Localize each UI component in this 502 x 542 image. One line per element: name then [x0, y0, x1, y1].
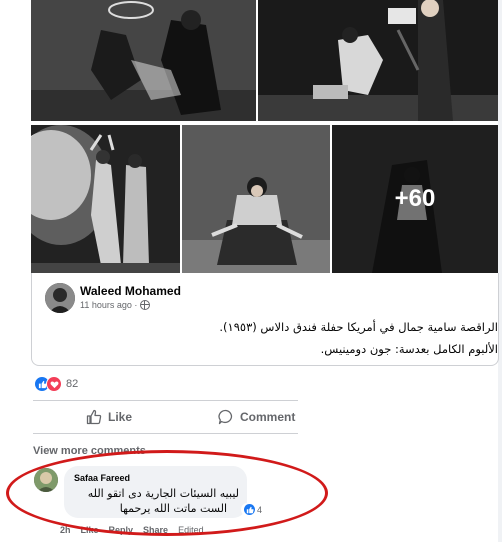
- post-text-line1: الراقصة سامية جمال في أمريكا حفلة فندق د…: [219, 320, 498, 334]
- post-meta: 11 hours ago ·: [80, 300, 151, 310]
- author-name[interactable]: Waleed Mohamed: [80, 284, 181, 298]
- comment-button-label: Comment: [240, 410, 296, 424]
- reactions-summary[interactable]: 82: [34, 376, 78, 392]
- like-button-label: Like: [108, 410, 133, 424]
- comment-like-count: 4: [257, 504, 263, 515]
- comment-like-badge[interactable]: 4: [241, 503, 266, 516]
- thumbs-up-icon: [86, 409, 102, 425]
- shared-post-card[interactable]: Waleed Mohamed 11 hours ago · الراقصة سا…: [31, 273, 499, 366]
- photo-1[interactable]: [31, 0, 256, 121]
- view-more-comments-link[interactable]: View more comments: [33, 445, 146, 457]
- photo-3[interactable]: [31, 125, 180, 273]
- love-reaction-icon: [46, 376, 62, 392]
- comment-like-link[interactable]: Like: [81, 525, 99, 535]
- comment-bubble-icon: [218, 409, 233, 425]
- comment-reply-link[interactable]: Reply: [109, 525, 134, 535]
- page-background-strip: [498, 0, 502, 542]
- commenter-name[interactable]: Safaa Fareed: [74, 473, 130, 483]
- comment-edited-label: Edited: [178, 525, 204, 535]
- post-time[interactable]: 11 hours ago ·: [80, 300, 137, 310]
- commenter-avatar[interactable]: [34, 468, 58, 492]
- comment-time[interactable]: 2h: [60, 525, 71, 535]
- photo-2[interactable]: [258, 0, 498, 121]
- public-globe-icon: [140, 300, 151, 310]
- photo-5[interactable]: +60: [332, 125, 498, 273]
- like-button[interactable]: Like: [86, 409, 132, 425]
- comment-like-icon: [244, 504, 255, 515]
- more-photos-count: +60: [394, 185, 436, 212]
- author-avatar[interactable]: [45, 283, 75, 313]
- comment-actions: 2h Like Reply Share Edited: [60, 525, 204, 535]
- actions-bottom-divider: [33, 433, 298, 434]
- photo-4[interactable]: [182, 125, 330, 273]
- post-text-line2: الألبوم الكامل بعدسة: جون دومينيس.: [320, 342, 498, 356]
- comment-bubble[interactable]: Safaa Fareed ليبيه السيئات الجارية دى ات…: [64, 466, 247, 518]
- actions-top-divider: [33, 400, 298, 401]
- reaction-count: 82: [66, 378, 79, 390]
- comment-text-line2: الست ماتت الله يرحمها: [119, 502, 227, 515]
- comment-button[interactable]: Comment: [218, 409, 295, 425]
- more-photos-overlay[interactable]: +60: [332, 125, 498, 273]
- comment-share-link[interactable]: Share: [143, 525, 168, 535]
- comment-text-line1: ليبيه السيئات الجارية دى اتقو الله: [87, 487, 239, 500]
